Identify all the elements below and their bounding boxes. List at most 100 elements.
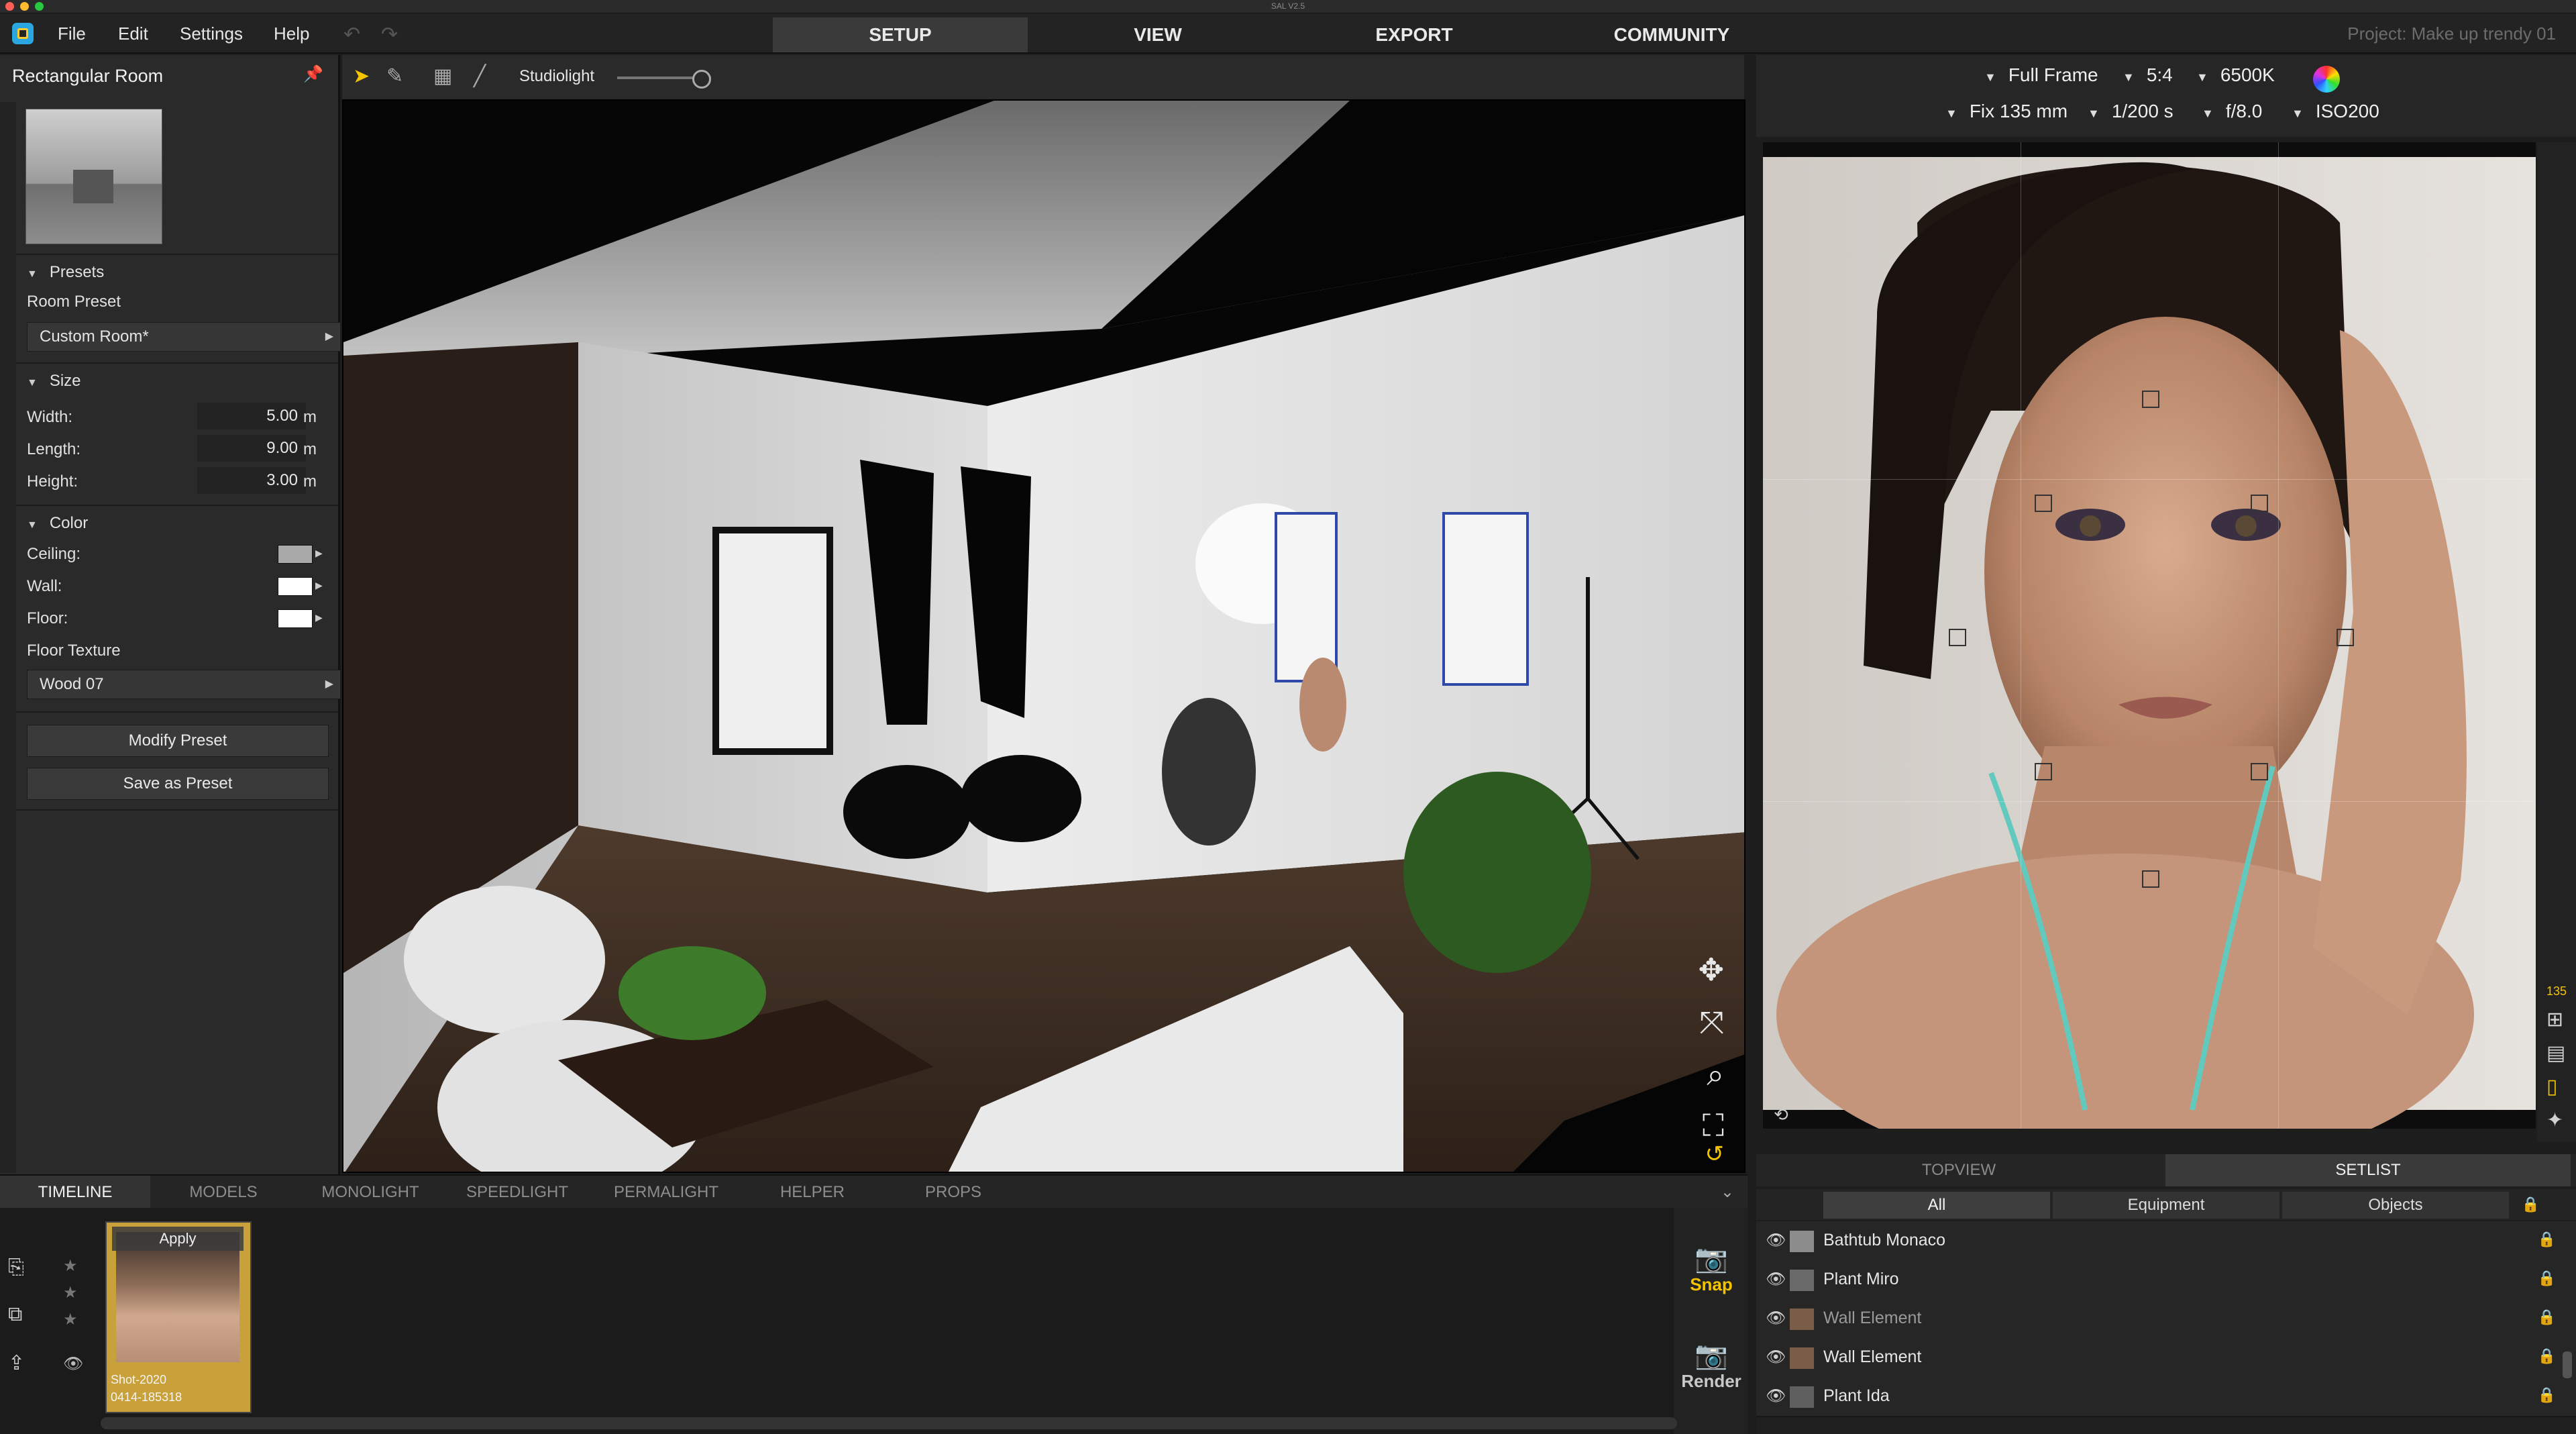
wall-color-swatch[interactable]: [278, 577, 313, 596]
menu-edit[interactable]: Edit: [118, 13, 148, 54]
visibility-eye-icon[interactable]: 👁: [1766, 1231, 1786, 1250]
undo-icon[interactable]: ↶: [343, 23, 360, 46]
lock-icon[interactable]: 🔒: [2538, 1386, 2556, 1404]
focus-point[interactable]: [2035, 763, 2052, 780]
filter-objects[interactable]: Objects: [2282, 1192, 2509, 1219]
tab-view[interactable]: VIEW: [1030, 17, 1285, 52]
add-shot-icon[interactable]: ⎘: [8, 1256, 24, 1279]
room-preset-dropdown[interactable]: Custom Room* ▶: [27, 322, 341, 352]
visibility-eye-icon[interactable]: 👁: [1766, 1309, 1786, 1328]
white-balance-select[interactable]: ▼ 6500K: [2196, 64, 2275, 86]
setlist-item[interactable]: 👁 Bathtub Monaco 🔒: [1756, 1221, 2576, 1262]
select-arrow-icon[interactable]: ➤: [353, 64, 370, 88]
measure-tool-icon[interactable]: ✎: [386, 64, 403, 88]
setlist-item[interactable]: 👁 Plant Miro 🔒: [1756, 1260, 2576, 1300]
grid-overlay-icon[interactable]: ⊞: [2546, 1008, 2563, 1031]
render-button[interactable]: 📷 Render: [1675, 1339, 1748, 1392]
modify-preset-button[interactable]: Modify Preset: [27, 725, 329, 757]
reset-camera-icon[interactable]: ↺: [1705, 1141, 1725, 1168]
focus-point[interactable]: [1949, 629, 1966, 646]
histogram-icon[interactable]: ▤: [2546, 1041, 2565, 1065]
lock-icon[interactable]: 🔒: [2538, 1309, 2556, 1326]
timeline-scrollbar[interactable]: [101, 1417, 1677, 1429]
pin-icon[interactable]: 📌: [303, 64, 323, 84]
filter-all[interactable]: All: [1823, 1192, 2050, 1219]
setlist-item[interactable]: 👁 Plant Ida 🔒: [1756, 1377, 2576, 1417]
width-field[interactable]: 5.00: [197, 403, 306, 429]
filter-equipment[interactable]: Equipment: [2053, 1192, 2279, 1219]
tab-speedlight[interactable]: SPEEDLIGHT: [444, 1176, 590, 1209]
focus-point[interactable]: [2142, 870, 2159, 888]
export-shot-icon[interactable]: ⇪: [8, 1351, 25, 1375]
eye-icon[interactable]: 👁: [63, 1354, 83, 1374]
tab-setup[interactable]: SETUP: [773, 17, 1028, 52]
sensor-frame-select[interactable]: ▼ Full Frame: [1984, 64, 2098, 86]
rating-star-icon[interactable]: ★: [63, 1283, 78, 1302]
frame-selection-icon[interactable]: ⛶: [1703, 1107, 1724, 1145]
tab-export[interactable]: EXPORT: [1287, 17, 1542, 52]
grid-icon[interactable]: ▦: [433, 64, 452, 88]
pan-icon[interactable]: ⤧: [1699, 1004, 1724, 1041]
visibility-eye-icon[interactable]: 👁: [1766, 1347, 1786, 1367]
chevron-right-icon[interactable]: ▶: [315, 548, 323, 559]
rotate-view-icon[interactable]: ⟲: [1774, 1105, 1788, 1125]
setlist-scrollbar[interactable]: [2563, 1351, 2572, 1378]
lock-all-icon[interactable]: 🔒: [2522, 1196, 2540, 1213]
collapse-panel-icon[interactable]: ⌄: [1721, 1182, 1734, 1202]
rating-star-icon[interactable]: ★: [63, 1310, 78, 1329]
shutter-select[interactable]: ▼ 1/200 s: [2088, 101, 2174, 122]
duplicate-shot-icon[interactable]: ⧉: [8, 1303, 22, 1326]
focus-point[interactable]: [2251, 495, 2268, 512]
menu-settings[interactable]: Settings: [180, 13, 243, 54]
zoom-icon[interactable]: ⌕: [1707, 1056, 1724, 1094]
focus-point[interactable]: [2035, 495, 2052, 512]
studiolight-slider-handle[interactable]: [692, 70, 711, 89]
3d-viewport[interactable]: ✥ ⤧ ⌕ ⛶ ↺: [342, 99, 1746, 1173]
aperture-select[interactable]: ▼ f/8.0: [2202, 101, 2262, 122]
focus-point[interactable]: [2337, 629, 2354, 646]
menu-help[interactable]: Help: [274, 13, 309, 54]
setlist-item[interactable]: 👁 Wall Element 🔒: [1756, 1338, 2576, 1378]
setlist-item[interactable]: 👁 Wall Element 🔒: [1756, 1299, 2576, 1339]
lens-select[interactable]: ▼ Fix 135 mm: [1945, 101, 2068, 122]
color-wheel-icon[interactable]: [2313, 66, 2340, 93]
floor-color-swatch[interactable]: [278, 609, 313, 628]
menu-file[interactable]: File: [58, 13, 86, 54]
tab-monolight[interactable]: MONOLIGHT: [297, 1176, 444, 1209]
aspect-ratio-select[interactable]: ▼ 5:4: [2123, 64, 2173, 86]
size-header[interactable]: ▼ Size: [16, 368, 338, 395]
visibility-eye-icon[interactable]: 👁: [1766, 1386, 1786, 1406]
save-as-preset-button[interactable]: Save as Preset: [27, 768, 329, 800]
color-header[interactable]: ▼ Color: [16, 510, 338, 537]
presets-header[interactable]: ▼ Presets: [16, 259, 338, 286]
height-field[interactable]: 3.00: [197, 467, 306, 494]
lock-icon[interactable]: 🔒: [2538, 1347, 2556, 1365]
tab-permalight[interactable]: PERMALIGHT: [590, 1176, 742, 1209]
tab-community[interactable]: COMMUNITY: [1544, 17, 1799, 52]
focus-point[interactable]: [2251, 763, 2268, 780]
apply-button[interactable]: Apply: [112, 1227, 244, 1251]
tab-helper[interactable]: HELPER: [742, 1176, 883, 1209]
length-field[interactable]: 9.00: [197, 435, 306, 462]
frame-icon[interactable]: ▯: [2546, 1075, 2558, 1098]
chevron-right-icon[interactable]: ▶: [315, 612, 323, 623]
tab-timeline[interactable]: TIMELINE: [0, 1176, 150, 1209]
target-icon[interactable]: ✦: [2546, 1109, 2563, 1132]
tab-topview[interactable]: TOPVIEW: [1756, 1154, 2161, 1186]
lock-icon[interactable]: 🔒: [2538, 1270, 2556, 1287]
floor-texture-dropdown[interactable]: Wood 07 ▶: [27, 670, 341, 699]
rating-star-icon[interactable]: ★: [63, 1256, 78, 1276]
focus-point[interactable]: [2142, 391, 2159, 408]
visibility-eye-icon[interactable]: 👁: [1766, 1270, 1786, 1289]
timeline-shot[interactable]: Apply Shot-2020 0414-185318: [105, 1221, 252, 1413]
tab-setlist[interactable]: SETLIST: [2165, 1154, 2571, 1186]
orbit-icon[interactable]: ✥: [1698, 952, 1724, 988]
camera-preview[interactable]: ⟲: [1763, 142, 2536, 1129]
chevron-right-icon[interactable]: ▶: [315, 580, 323, 591]
line-tool-icon[interactable]: ╱: [474, 64, 486, 88]
redo-icon[interactable]: ↷: [381, 23, 398, 46]
tab-models[interactable]: MODELS: [150, 1176, 297, 1209]
ceiling-color-swatch[interactable]: [278, 545, 313, 564]
tab-props[interactable]: PROPS: [883, 1176, 1024, 1209]
iso-select[interactable]: ▼ ISO200: [2292, 101, 2379, 122]
